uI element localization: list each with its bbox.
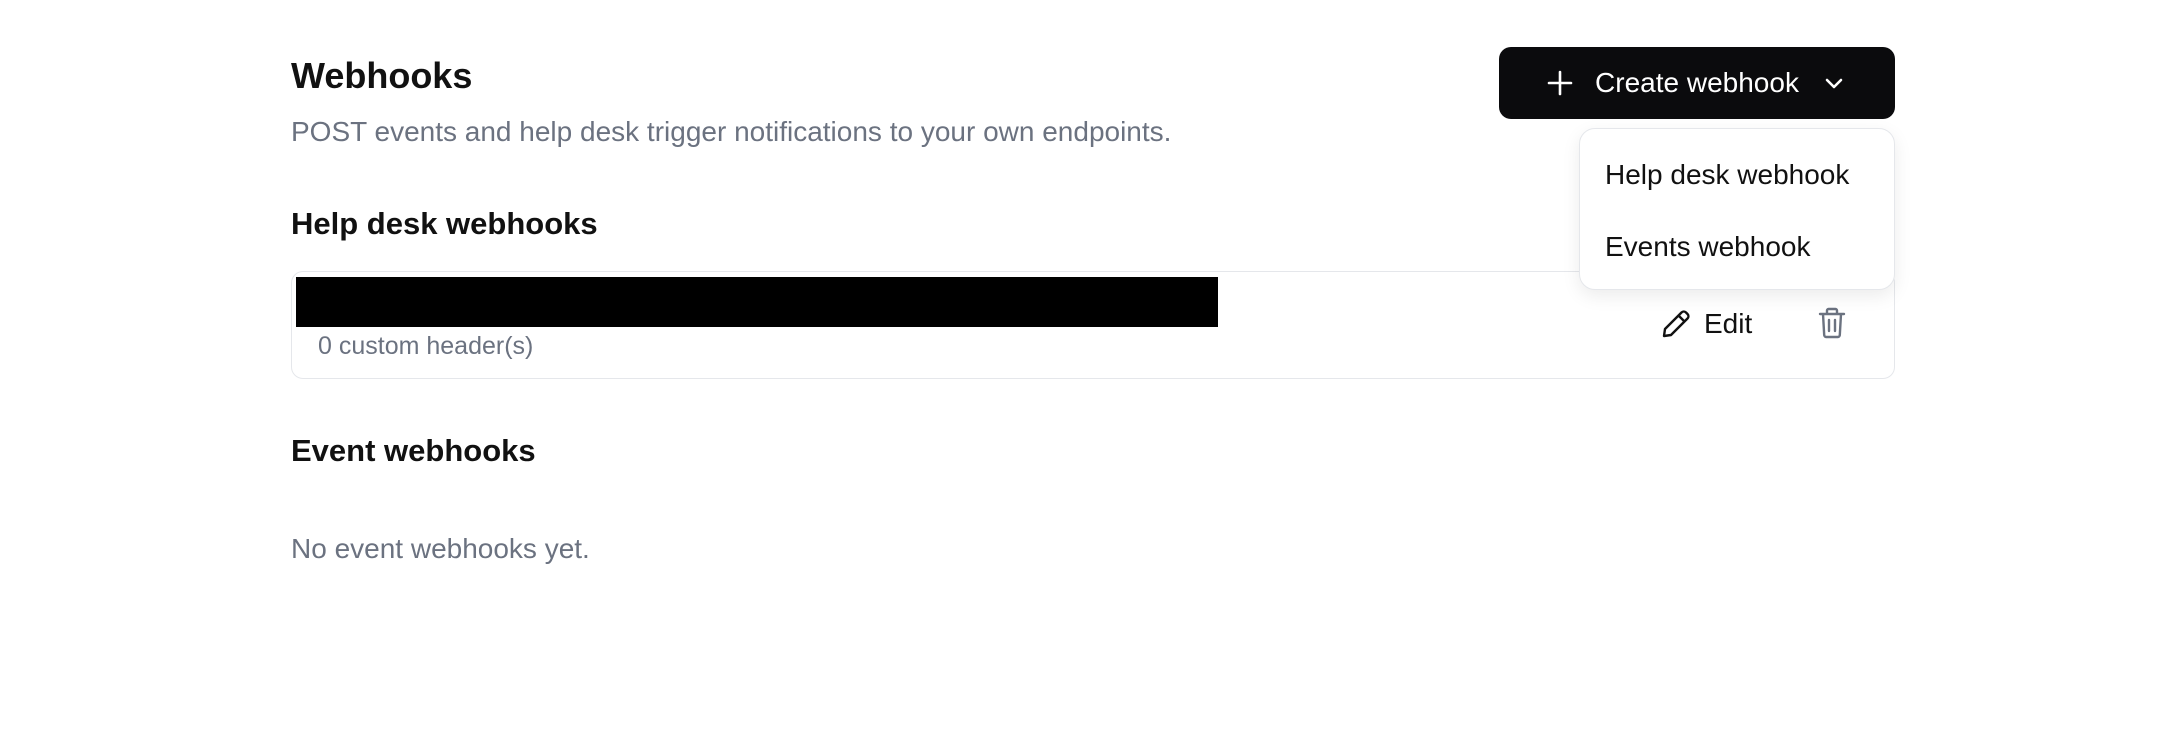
redacted-webhook-url [296,277,1218,327]
no-event-webhooks-text: No event webhooks yet. [291,533,590,564]
create-webhook-label: Create webhook [1595,67,1799,98]
chevron-down-icon [1819,68,1849,98]
create-webhook-button[interactable]: Create webhook [1499,47,1895,119]
plus-icon [1545,68,1575,98]
pencil-icon [1660,308,1692,340]
create-webhook-menu: Help desk webhook Events webhook [1579,128,1895,290]
page-subtitle: POST events and help desk trigger notifi… [291,116,1172,147]
menu-item-help-desk-webhook[interactable]: Help desk webhook [1580,139,1894,211]
help-desk-section-title: Help desk webhooks [291,206,598,241]
delete-webhook-button[interactable] [1812,304,1852,344]
webhooks-page: Webhooks POST events and help desk trigg… [0,0,2166,748]
trash-icon [1817,306,1847,343]
edit-webhook-button[interactable]: Edit [1660,302,1752,346]
custom-headers-count: 0 custom header(s) [318,332,534,360]
menu-item-events-webhook[interactable]: Events webhook [1580,211,1894,283]
page-title: Webhooks [291,55,473,96]
edit-label: Edit [1704,308,1753,339]
event-webhooks-section-title: Event webhooks [291,433,536,468]
